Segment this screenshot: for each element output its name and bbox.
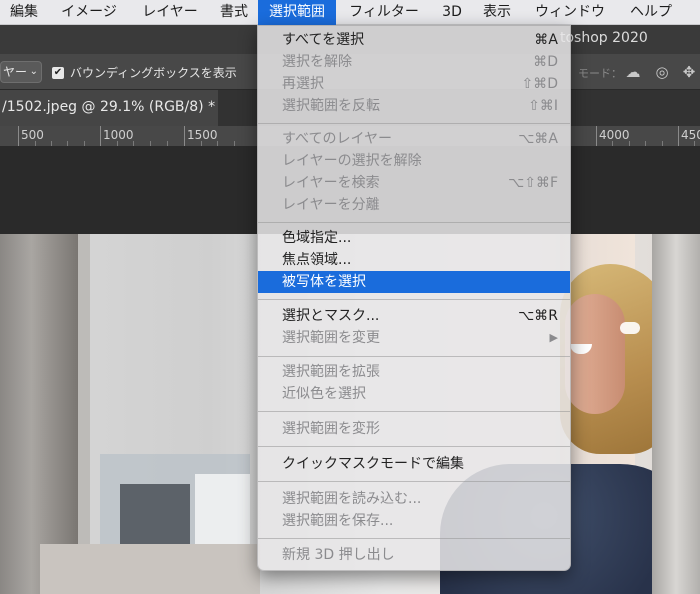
chevron-down-icon: ⌄ — [29, 66, 38, 77]
menu-item-label: 選択範囲を変更 — [282, 330, 380, 346]
app-title: toshop 2020 — [560, 30, 648, 46]
menu-item-focus-area[interactable]: 焦点領域... — [258, 249, 570, 271]
menu-item-quick-mask[interactable]: クイックマスクモードで編集 — [258, 453, 570, 475]
menu-item-inverse[interactable]: 選択範囲を反転 ⇧⌘I — [258, 95, 570, 117]
menu-item-grow[interactable]: 選択範囲を拡張 — [258, 361, 570, 383]
ruler-tick — [678, 126, 679, 146]
layer-select-dropdown[interactable]: ヤー ⌄ — [0, 61, 42, 83]
menu-item-transform-selection[interactable]: 選択範囲を変形 — [258, 418, 570, 440]
menu-item-find-layers[interactable]: レイヤーを検索 ⌥⇧⌘F — [258, 172, 570, 194]
menu-separator — [258, 411, 570, 412]
menu-view[interactable]: 表示 — [472, 0, 522, 25]
select-menu-dropdown: すべてを選択 ⌘A 選択を解除 ⌘D 再選択 ⇧⌘D 選択範囲を反転 ⇧⌘I す… — [257, 25, 571, 571]
ruler-tick — [18, 126, 19, 146]
show-bounding-box-label: バウンディングボックスを表示 — [70, 66, 237, 80]
menu-item-shortcut: ⇧⌘D — [521, 76, 558, 92]
menu-item-label: レイヤーを検索 — [282, 175, 380, 191]
menu-item-label: 選択範囲を保存... — [282, 513, 394, 529]
menu-item-shortcut: ⇧⌘I — [528, 98, 558, 114]
ruler-label: 4000 — [599, 128, 630, 142]
orbit-3d-icon[interactable]: ☁ — [624, 63, 642, 81]
ruler-label: 500 — [21, 128, 44, 142]
menu-select[interactable]: 選択範囲 — [258, 0, 336, 25]
menu-item-shortcut: ⌥⌘A — [518, 131, 558, 147]
mode-label: モード： — [578, 67, 622, 80]
menu-item-label: 再選択 — [282, 76, 324, 92]
menu-item-select-and-mask[interactable]: 選択とマスク... ⌥⌘R — [258, 305, 570, 327]
menu-item-label: 選択範囲を変形 — [282, 421, 380, 437]
menu-item-label: 選択を解除 — [282, 54, 352, 70]
menu-filter[interactable]: フィルター — [336, 0, 432, 25]
menu-item-label: 選択範囲を読み込む... — [282, 491, 422, 507]
menu-edit[interactable]: 編集 — [0, 0, 48, 25]
ruler-tick — [100, 126, 101, 146]
menu-item-deselect[interactable]: 選択を解除 ⌘D — [258, 51, 570, 73]
menu-bar: 編集 イメージ レイヤー 書式 選択範囲 フィルター 3D 表示 ウィンドウ ヘ… — [0, 0, 700, 25]
menu-item-label: レイヤーの選択を解除 — [282, 153, 422, 169]
menu-item-label: 近似色を選択 — [282, 386, 366, 402]
menu-window[interactable]: ウィンドウ — [522, 0, 618, 25]
menu-separator — [258, 299, 570, 300]
menu-separator — [258, 123, 570, 124]
menu-item-label: レイヤーを分離 — [282, 197, 380, 213]
checkmark-icon: ✔ — [53, 67, 63, 78]
menu-item-shortcut: ⌘D — [533, 54, 558, 70]
menu-item-label: 色域指定... — [282, 230, 352, 246]
menu-item-load-selection[interactable]: 選択範囲を読み込む... — [258, 488, 570, 510]
menu-image[interactable]: イメージ — [48, 0, 130, 25]
menu-item-label: クイックマスクモードで編集 — [282, 456, 464, 472]
menu-3d[interactable]: 3D — [432, 0, 472, 25]
show-bounding-box-checkbox[interactable]: ✔ — [52, 67, 64, 79]
menu-separator — [258, 481, 570, 482]
menu-help[interactable]: ヘルプ — [618, 0, 684, 25]
menu-item-label: 選択範囲を反転 — [282, 98, 380, 114]
ruler-label: 1000 — [103, 128, 134, 142]
menu-layer[interactable]: レイヤー — [130, 0, 210, 25]
menu-item-save-selection[interactable]: 選択範囲を保存... — [258, 510, 570, 532]
menu-item-select-subject[interactable]: 被写体を選択 — [258, 271, 570, 293]
pan-3d-icon[interactable]: ✥ — [680, 63, 698, 81]
rotate-3d-icon[interactable]: ◎ — [653, 63, 671, 81]
document-tab[interactable]: /1502.jpeg @ 29.1% (RGB/8) * — [0, 90, 218, 126]
menu-item-label: 新規 3D 押し出し — [282, 547, 395, 563]
document-tab-label: /1502.jpeg @ 29.1% (RGB/8) * — [2, 99, 216, 115]
menu-item-shortcut: ⌘A — [534, 32, 558, 48]
menu-item-all-layers[interactable]: すべてのレイヤー ⌥⌘A — [258, 128, 570, 150]
ruler-label: 1500 — [187, 128, 218, 142]
menu-separator — [258, 538, 570, 539]
ruler-tick — [596, 126, 597, 146]
menu-item-label: 被写体を選択 — [282, 274, 366, 290]
submenu-arrow-icon: ▶ — [549, 331, 558, 344]
menu-item-label: すべてのレイヤー — [282, 131, 393, 147]
menu-item-similar[interactable]: 近似色を選択 — [258, 383, 570, 405]
menu-item-reselect[interactable]: 再選択 ⇧⌘D — [258, 73, 570, 95]
menu-item-shortcut: ⌥⌘R — [518, 308, 558, 324]
dropdown-value: ヤー — [3, 65, 28, 79]
menu-item-new-3d-extrusion[interactable]: 新規 3D 押し出し — [258, 544, 570, 566]
menu-item-modify[interactable]: 選択範囲を変更 ▶ — [258, 327, 570, 349]
menu-separator — [258, 222, 570, 223]
menu-item-color-range[interactable]: 色域指定... — [258, 227, 570, 249]
menu-item-label: すべてを選択 — [282, 32, 365, 48]
menu-item-deselect-layers[interactable]: レイヤーの選択を解除 — [258, 150, 570, 172]
ruler-tick — [184, 126, 185, 146]
menu-separator — [258, 446, 570, 447]
menu-item-shortcut: ⌥⇧⌘F — [508, 175, 558, 191]
menu-item-isolate-layers[interactable]: レイヤーを分離 — [258, 194, 570, 216]
menu-type[interactable]: 書式 — [210, 0, 258, 25]
menu-item-label: 焦点領域... — [282, 252, 352, 268]
menu-item-select-all[interactable]: すべてを選択 ⌘A — [258, 29, 570, 51]
menu-separator — [258, 356, 570, 357]
menu-item-label: 選択範囲を拡張 — [282, 364, 380, 380]
menu-item-label: 選択とマスク... — [282, 308, 380, 324]
ruler-label: 4500 — [681, 128, 700, 142]
